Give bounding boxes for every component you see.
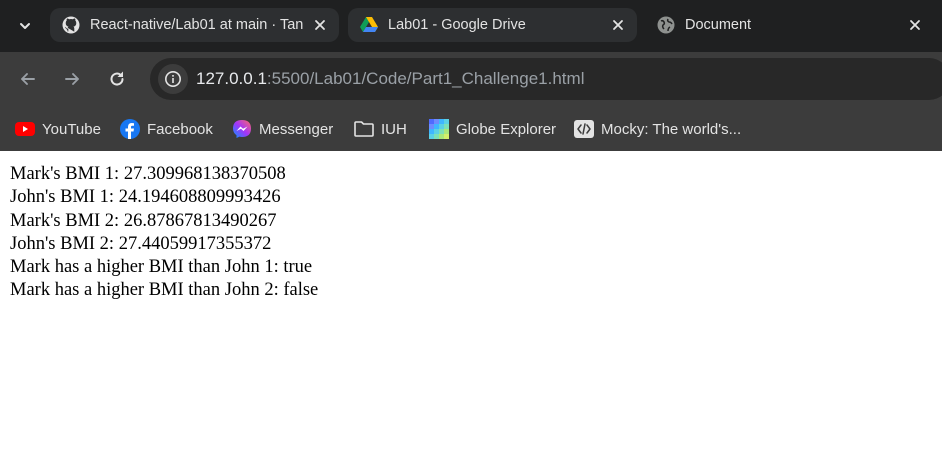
arrow-right-icon [65,73,79,85]
google-drive-icon [360,16,378,34]
tab-strip: React-native/Lab01 at main · Tan Lab01 -… [0,0,942,52]
url-host: 127.0.0.1 [196,69,267,88]
url-path: :5500/Lab01/Code/Part1_Challenge1.html [266,69,585,88]
bookmark-globe-explorer[interactable]: Globe Explorer [429,114,556,144]
info-icon [165,71,181,87]
folder-icon [354,119,374,139]
bookmark-label: Mocky: The world's... [601,120,742,138]
messenger-icon [232,119,252,139]
tab-google-drive[interactable]: Lab01 - Google Drive [348,8,637,42]
bookmark-label: YouTube [42,120,101,138]
reload-button[interactable] [102,64,132,94]
arrow-left-icon [21,73,35,85]
address-bar[interactable]: 127.0.0.1:5500/Lab01/Code/Part1_Challeng… [150,58,942,100]
output-line: John's BMI 1: 24.194608809993426 [10,187,281,208]
close-icon [910,20,920,30]
site-info-button[interactable] [158,64,188,94]
github-icon [62,16,80,34]
bookmark-facebook[interactable]: Facebook [120,114,213,144]
bookmark-messenger[interactable]: Messenger [232,114,333,144]
bookmark-mocky[interactable]: Mocky: The world's... [574,114,741,144]
mocky-icon [574,119,594,139]
tab-title: Document [685,17,752,33]
bookmark-label: IUH [381,120,407,138]
tab-search-button[interactable] [8,10,42,42]
bookmark-iuh[interactable]: IUH [354,114,407,144]
url-text[interactable]: 127.0.0.1:5500/Lab01/Code/Part1_Challeng… [196,58,584,100]
tab-document[interactable]: Document [645,8,935,42]
bookmark-label: Globe Explorer [456,120,557,138]
bookmark-label: Facebook [147,120,213,138]
youtube-icon [15,119,35,139]
output-line: Mark has a higher BMI than John 1: true [10,257,313,278]
tab-react-native[interactable]: React-native/Lab01 at main · Tan [50,8,339,42]
bookmark-youtube[interactable]: YouTube [15,114,101,144]
bookmark-label: Messenger [259,120,334,138]
page-content: Mark's BMI 1: 27.309968138370508 John's … [0,151,942,459]
globe-explorer-icon [429,119,449,139]
close-tab-button[interactable] [310,15,330,35]
close-tab-button[interactable] [905,15,925,35]
reload-icon [110,71,124,86]
toolbar: 127.0.0.1:5500/Lab01/Code/Part1_Challeng… [0,52,942,107]
close-tab-button[interactable] [608,15,628,35]
close-icon [315,20,325,30]
chevron-down-icon [20,23,30,29]
back-button[interactable] [13,64,43,94]
close-icon [613,20,623,30]
output-line: Mark's BMI 1: 27.309968138370508 [10,164,286,184]
output-line: Mark has a higher BMI than John 2: false [10,280,319,301]
output-line: John's BMI 2: 27.44059917355372 [10,233,272,254]
output-line: Mark's BMI 2: 26.87867813490267 [10,210,277,231]
tab-title: React-native/Lab01 at main · Tan [90,17,304,33]
bookmarks-bar: YouTube Facebook Messenger IUH Globe Exp… [0,107,942,151]
globe-icon [657,16,675,34]
forward-button[interactable] [57,64,87,94]
tab-title: Lab01 - Google Drive [388,17,526,33]
facebook-icon [120,119,140,139]
